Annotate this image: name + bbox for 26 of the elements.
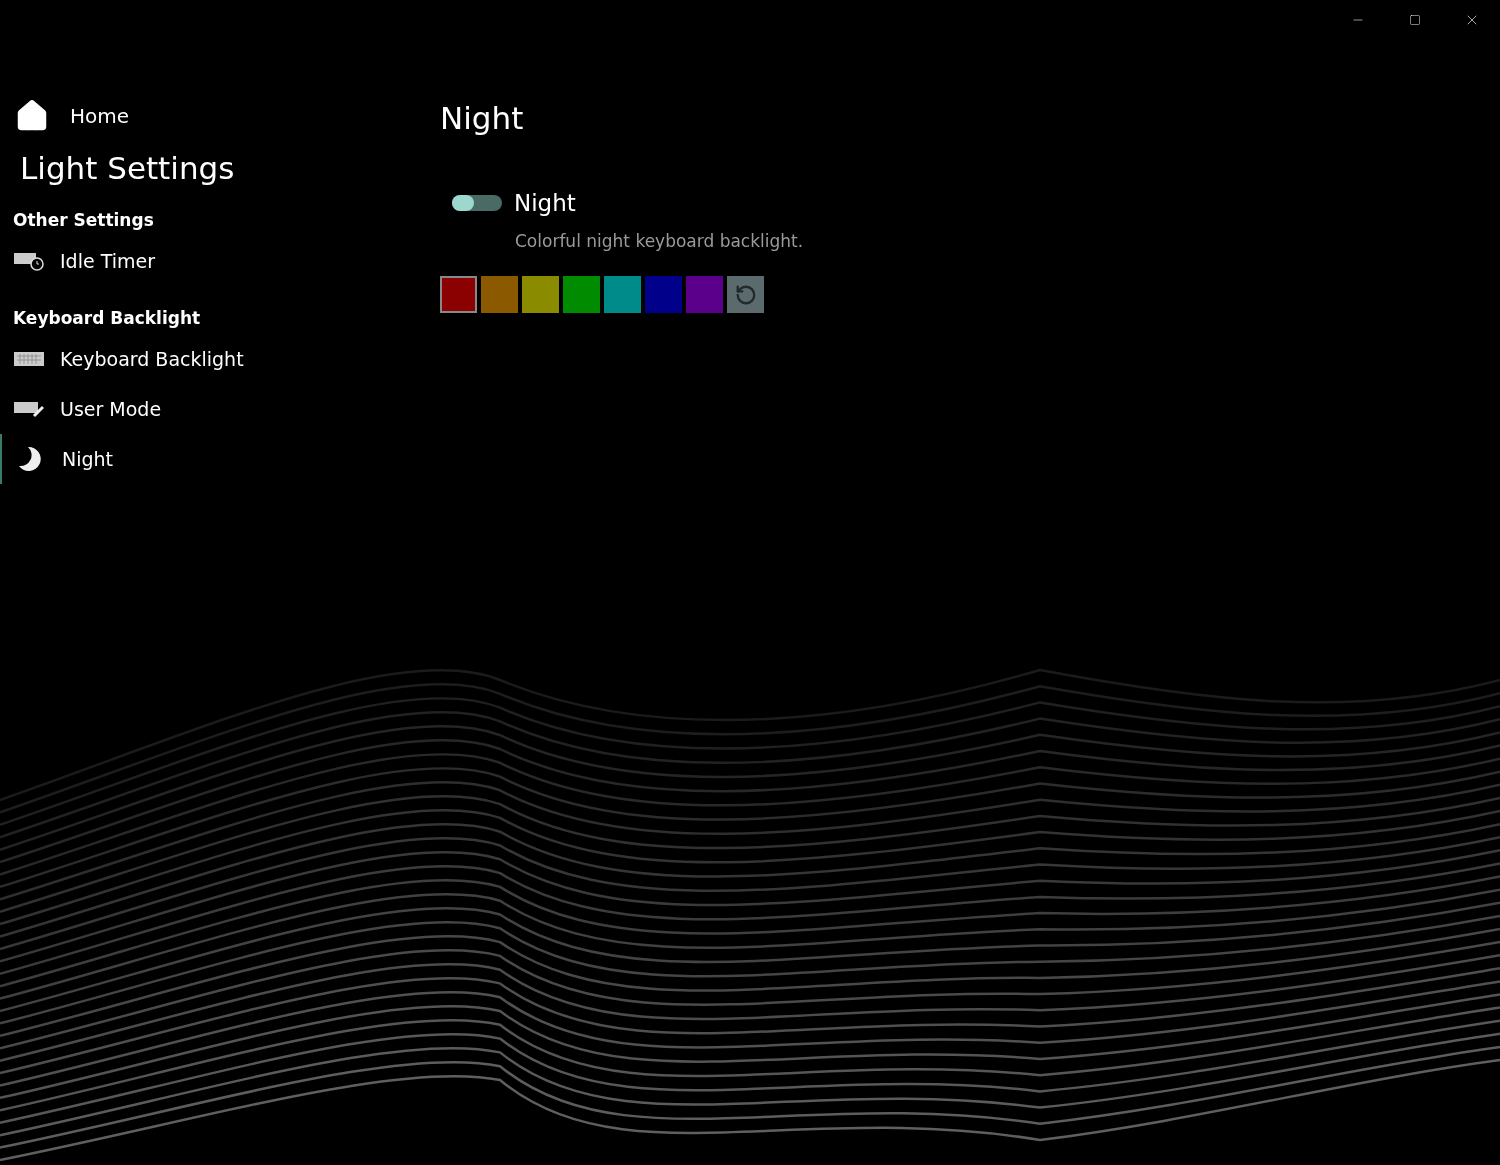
- section-heading: Keyboard Backlight: [12, 307, 201, 330]
- keyboard-pen-icon: [14, 400, 44, 418]
- toggle-switch[interactable]: [452, 195, 502, 212]
- setting-description: Colorful night keyboard backlight.: [514, 229, 804, 253]
- color-swatch[interactable]: [686, 276, 723, 313]
- nav-item[interactable]: User Mode: [0, 384, 400, 434]
- nav-item[interactable]: Keyboard Backlight: [0, 334, 400, 384]
- page-title: Night: [440, 99, 524, 138]
- color-swatch[interactable]: [645, 276, 682, 313]
- color-swatch[interactable]: [440, 276, 477, 313]
- setting-label: Night: [514, 189, 576, 218]
- sidebar-title: Light Settings: [19, 149, 235, 188]
- nav-item[interactable]: Idle Timer: [0, 236, 400, 286]
- color-swatch[interactable]: [604, 276, 641, 313]
- color-swatch[interactable]: [563, 276, 600, 313]
- reset-icon: [734, 283, 757, 306]
- home-link[interactable]: Home: [0, 98, 420, 134]
- keyboard-icon: [14, 351, 44, 367]
- color-swatch[interactable]: [481, 276, 518, 313]
- reset-button[interactable]: [727, 276, 764, 313]
- color-swatch[interactable]: [522, 276, 559, 313]
- moon-icon: [18, 446, 44, 472]
- nav-item[interactable]: Night: [0, 434, 400, 484]
- maximize-icon: [1408, 14, 1421, 26]
- keyboard-clock-icon: [14, 251, 44, 271]
- section-heading: Other Settings: [12, 209, 154, 232]
